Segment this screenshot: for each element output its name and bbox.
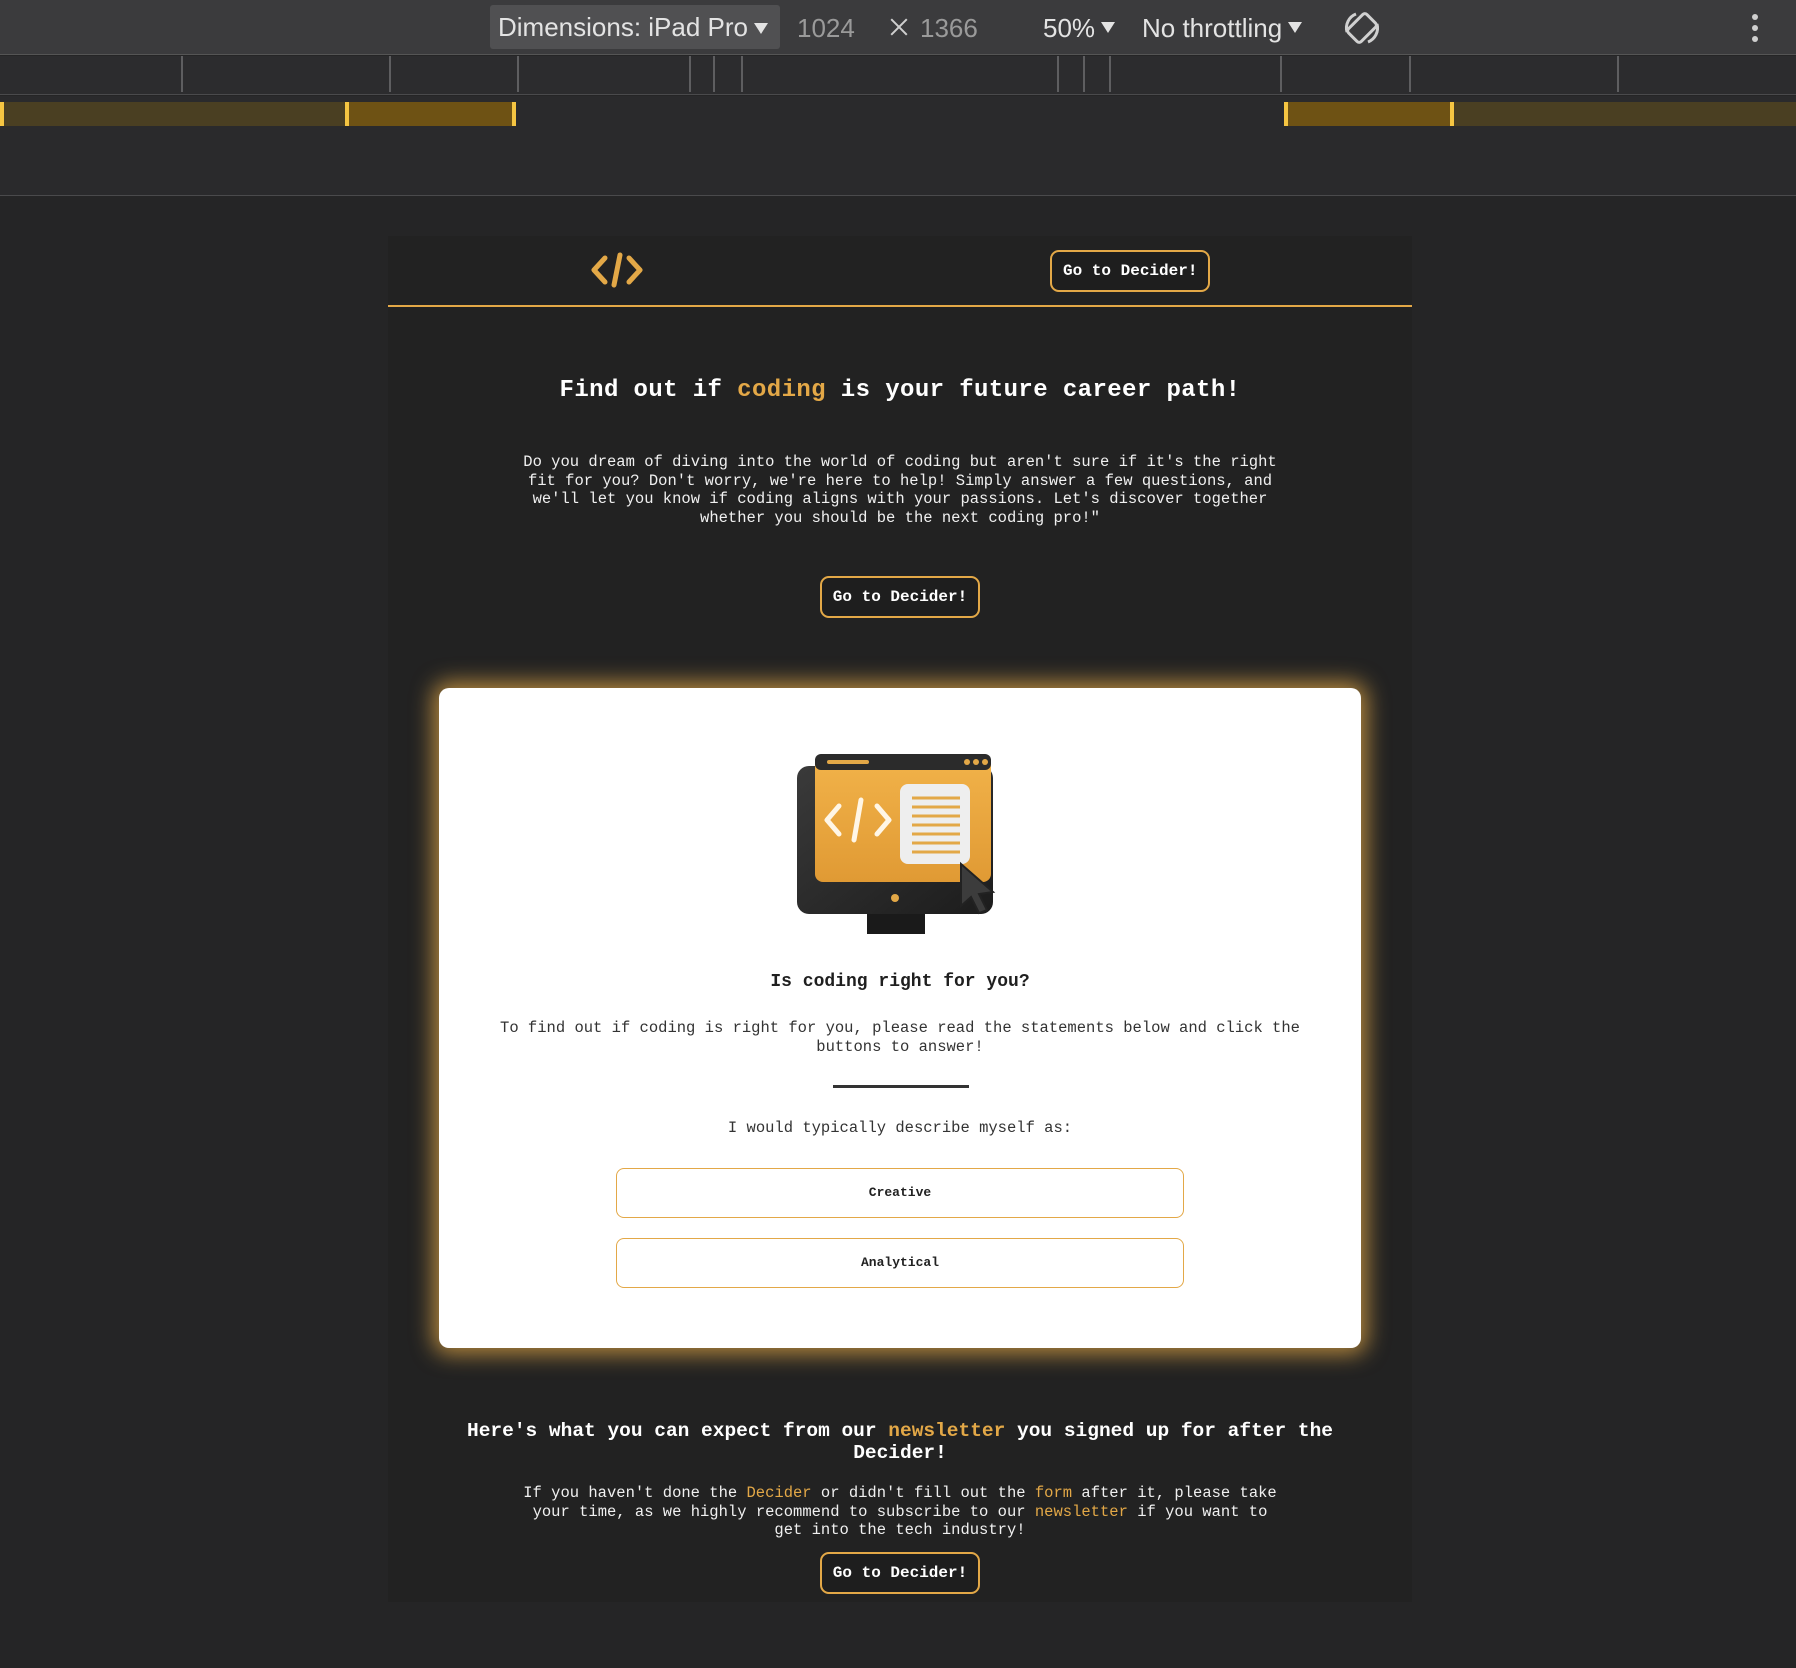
caret-down-icon [754,23,768,35]
quiz-card: Is coding right for you? To find out if … [439,688,1361,1348]
newsletter-paragraph: If you haven't done the Decider or didn'… [523,1484,1277,1539]
card-title: Is coding right for you? [770,972,1030,992]
width-input[interactable]: 1024 [797,12,855,44]
media-query-segment[interactable] [347,102,514,126]
media-query-ruler [0,56,1796,95]
newsletter-decider-button[interactable]: Go to Decider! [819,1551,981,1594]
code-brackets-icon[interactable] [590,250,644,290]
divider [833,1085,969,1088]
media-query-bar [0,96,1796,196]
throttling-dropdown[interactable]: No throttling [1142,12,1303,44]
newsletter-link[interactable]: newsletter [1035,1503,1128,1521]
media-query-segment[interactable] [1452,102,1796,126]
quiz-question: I would typically describe myself as: [727,1119,1073,1137]
devtools-device-toolbar: Dimensions: iPad Pro 1024 1366 50% No th… [0,0,1796,55]
form-link[interactable]: form [1035,1484,1072,1502]
newsletter-title: Here's what you can expect from our news… [467,1420,1333,1464]
header-decider-button[interactable]: Go to Decider! [1050,250,1211,292]
media-query-segment[interactable] [0,102,347,126]
answer-creative-button[interactable]: Creative [616,1168,1184,1218]
rotate-icon[interactable] [1342,8,1382,48]
hero-decider-button[interactable]: Go to Decider! [819,576,981,618]
newsletter-title-accent: newsletter [888,1420,1006,1442]
throttling-label: No throttling [1142,13,1283,43]
web-page: Go to Decider! Find out if coding is you… [388,236,1412,1594]
media-query-segment[interactable] [1285,102,1452,126]
decider-link[interactable]: Decider [747,1484,812,1502]
monitor-code-icon [797,754,996,934]
hero-title-accent: coding [737,377,826,404]
device-viewport: Go to Decider! Find out if coding is you… [388,236,1412,1602]
device-dropdown[interactable]: Dimensions: iPad Pro [490,5,780,49]
more-vert-icon[interactable] [1752,14,1758,42]
zoom-dropdown[interactable]: 50% [1043,12,1116,44]
device-label: Dimensions: iPad Pro [498,12,748,42]
answer-analytical-button[interactable]: Analytical [616,1238,1184,1288]
hero-paragraph: Do you dream of diving into the world of… [523,453,1277,527]
card-intro: To find out if coding is right for you, … [500,1019,1300,1056]
caret-down-icon [1101,21,1116,33]
caret-down-icon [1288,21,1303,33]
hero-title: Find out if coding is your future career… [559,377,1241,404]
site-header: Go to Decider! [388,236,1412,307]
height-input[interactable]: 1366 [920,12,978,44]
zoom-label: 50% [1043,13,1096,43]
times-icon [890,18,908,36]
